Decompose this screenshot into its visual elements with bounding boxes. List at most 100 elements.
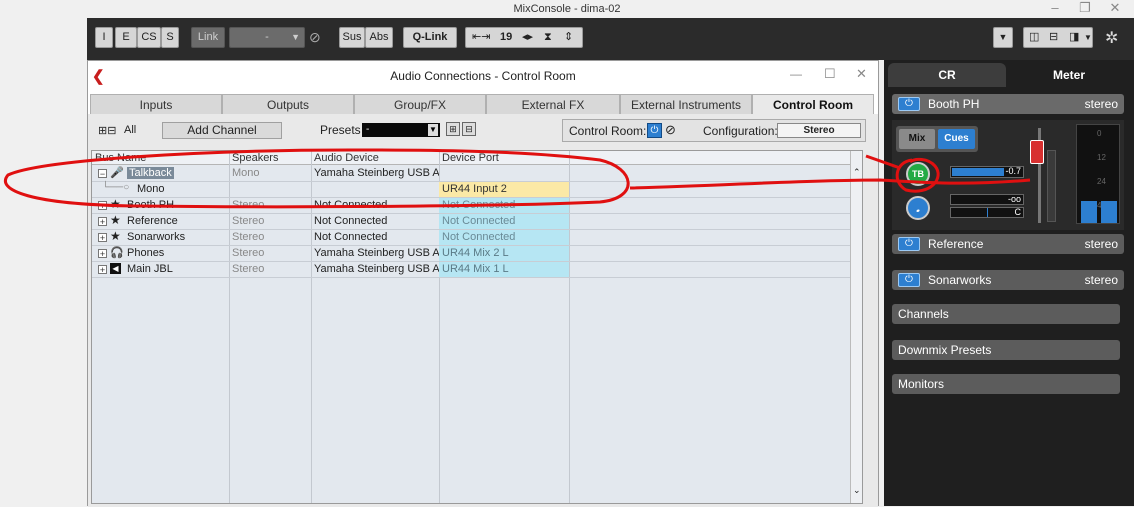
bus-name[interactable]: Reference: [124, 214, 224, 229]
bus-name[interactable]: Sonarworks: [124, 230, 224, 245]
col-audio-device[interactable]: Audio Device: [311, 151, 439, 165]
table-row-talkback[interactable]: − 🎤 Talkback Mono Yamaha Steinberg USB A…: [92, 166, 862, 182]
expand-icon[interactable]: +: [98, 217, 107, 227]
zoom-vertical-toggle-icon[interactable]: ⇕: [564, 28, 573, 47]
port-cell[interactable]: Not Connected: [439, 230, 569, 245]
scroll-down-icon[interactable]: ⌄: [853, 485, 861, 496]
booth-fader[interactable]: [1028, 128, 1058, 223]
link-select[interactable]: - ▼: [229, 27, 305, 48]
gear-icon[interactable]: ✲: [1105, 28, 1125, 48]
add-channel-button[interactable]: Add Channel: [162, 122, 282, 139]
save-preset-icon[interactable]: ⊞: [446, 122, 460, 136]
speakers-cell[interactable]: Stereo: [229, 214, 311, 229]
reference-header[interactable]: ⏻ Reference stereo: [892, 234, 1124, 254]
channels-section[interactable]: Channels: [892, 304, 1120, 324]
expand-all-icon[interactable]: ⊞⊟: [98, 124, 116, 137]
device-cell[interactable]: Not Connected: [311, 230, 439, 245]
sonarworks-header[interactable]: ⏻ Sonarworks stereo: [892, 270, 1124, 290]
speakers-cell[interactable]: Stereo: [229, 262, 311, 277]
port-cell[interactable]: UR44 Input 2: [439, 182, 569, 197]
vertical-scrollbar[interactable]: ⌃ ⌄: [850, 151, 862, 503]
tab-meter[interactable]: Meter: [1008, 63, 1130, 87]
sonarworks-power-icon[interactable]: ⏻: [898, 273, 920, 287]
metronome-pan-bar[interactable]: C: [950, 207, 1024, 218]
col-speakers[interactable]: Speakers: [229, 151, 311, 165]
collapse-icon[interactable]: −: [98, 169, 107, 179]
tab-inputs[interactable]: Inputs: [90, 94, 222, 114]
metronome-icon[interactable]: 𝅘: [906, 196, 930, 220]
remove-preset-icon[interactable]: ⊟: [462, 122, 476, 136]
mix-button[interactable]: Mix: [899, 129, 935, 149]
device-cell[interactable]: Yamaha Steinberg USB AS: [311, 262, 439, 277]
talkback-button[interactable]: TB: [906, 162, 930, 186]
layout-left-icon[interactable]: ◫: [1029, 28, 1039, 47]
table-row-sonarworks[interactable]: + ★ Sonarworks Stereo Not Connected Not …: [92, 229, 862, 246]
speakers-cell[interactable]: Stereo: [229, 198, 311, 213]
close-icon[interactable]: ✕: [1100, 0, 1130, 18]
layout-chevron-down-icon[interactable]: ▼: [1084, 28, 1092, 47]
zoom-in-horizontal-icon[interactable]: ⇤⇥: [472, 28, 490, 47]
bus-name[interactable]: Booth PH: [124, 198, 224, 213]
cs-button[interactable]: CS: [137, 27, 161, 48]
col-device-port[interactable]: Device Port: [439, 151, 569, 165]
tab-control-room[interactable]: Control Room: [752, 94, 874, 114]
table-row-reference[interactable]: + ★ Reference Stereo Not Connected Not C…: [92, 213, 862, 230]
qlink-button[interactable]: Q-Link: [403, 27, 457, 48]
tab-outputs[interactable]: Outputs: [222, 94, 354, 114]
speakers-cell[interactable]: Stereo: [229, 246, 311, 261]
restore-icon[interactable]: ❐: [1070, 0, 1100, 18]
port-cell[interactable]: UR44 Mix 1 L: [439, 262, 569, 277]
control-room-link-icon[interactable]: ⊘: [665, 122, 676, 138]
s-button[interactable]: S: [161, 27, 179, 48]
ac-close-icon[interactable]: ✕: [856, 66, 867, 82]
monitors-section[interactable]: Monitors: [892, 374, 1120, 394]
table-row-phones[interactable]: + 🎧 Phones Stereo Yamaha Steinberg USB A…: [92, 246, 862, 262]
col-bus-name[interactable]: Bus Name: [92, 151, 229, 165]
ac-minimize-icon[interactable]: —: [790, 67, 802, 81]
bus-name[interactable]: Main JBL: [124, 262, 224, 277]
port-cell[interactable]: [439, 166, 569, 181]
table-row-booth-ph[interactable]: + ★ Booth PH Stereo Not Connected Not Co…: [92, 197, 862, 214]
port-cell[interactable]: UR44 Mix 2 L: [439, 246, 569, 261]
device-cell[interactable]: Not Connected: [311, 198, 439, 213]
link-button[interactable]: Link: [191, 27, 225, 48]
expand-icon[interactable]: +: [98, 249, 107, 259]
device-cell[interactable]: Not Connected: [311, 214, 439, 229]
tab-group-fx[interactable]: Group/FX: [354, 94, 486, 114]
booth-power-icon[interactable]: ⏻: [898, 97, 920, 111]
booth-ph-header[interactable]: ⏻ Booth PH stereo: [892, 94, 1124, 114]
zoom-vertical-icon[interactable]: ⧗: [544, 28, 552, 47]
abs-button[interactable]: Abs: [365, 27, 393, 48]
control-room-power-icon[interactable]: ⏻: [647, 123, 662, 138]
port-cell[interactable]: Not Connected: [439, 214, 569, 229]
tab-external-fx[interactable]: External FX: [486, 94, 620, 114]
presets-select[interactable]: - ▼: [362, 123, 440, 137]
expand-icon[interactable]: +: [98, 233, 107, 243]
downmix-presets-section[interactable]: Downmix Presets: [892, 340, 1120, 360]
i-button[interactable]: I: [95, 27, 113, 48]
layout-bottom-icon[interactable]: ⊟: [1049, 28, 1058, 47]
tab-cr[interactable]: CR: [888, 63, 1006, 87]
layout-right-icon[interactable]: ◨: [1069, 28, 1079, 47]
cues-button[interactable]: Cues: [938, 129, 975, 149]
e-button[interactable]: E: [115, 27, 137, 48]
window-menu-button[interactable]: ▼: [993, 27, 1013, 48]
sus-button[interactable]: Sus: [339, 27, 365, 48]
scroll-up-icon[interactable]: ⌃: [853, 167, 861, 178]
ac-maximize-icon[interactable]: ☐: [824, 66, 836, 82]
reference-power-icon[interactable]: ⏻: [898, 237, 920, 251]
device-cell[interactable]: Yamaha Steinberg USB AS: [311, 246, 439, 261]
bus-name[interactable]: Talkback: [127, 167, 174, 179]
metronome-level-bar[interactable]: -oo: [950, 194, 1024, 205]
table-row-mono[interactable]: └──○ Mono UR44 Input 2: [92, 182, 862, 198]
speakers-cell[interactable]: Mono: [229, 166, 311, 181]
talkback-level-bar[interactable]: -0.7: [950, 166, 1024, 178]
link-mode-icon[interactable]: ⊘: [309, 29, 325, 45]
minimize-icon[interactable]: –: [1040, 0, 1070, 18]
expand-icon[interactable]: +: [98, 265, 107, 275]
tab-external-instruments[interactable]: External Instruments: [620, 94, 752, 114]
expand-icon[interactable]: +: [98, 201, 107, 211]
table-row-main-jbl[interactable]: + ◀ Main JBL Stereo Yamaha Steinberg USB…: [92, 262, 862, 278]
fader-handle[interactable]: [1030, 140, 1044, 164]
speakers-cell[interactable]: Stereo: [229, 230, 311, 245]
